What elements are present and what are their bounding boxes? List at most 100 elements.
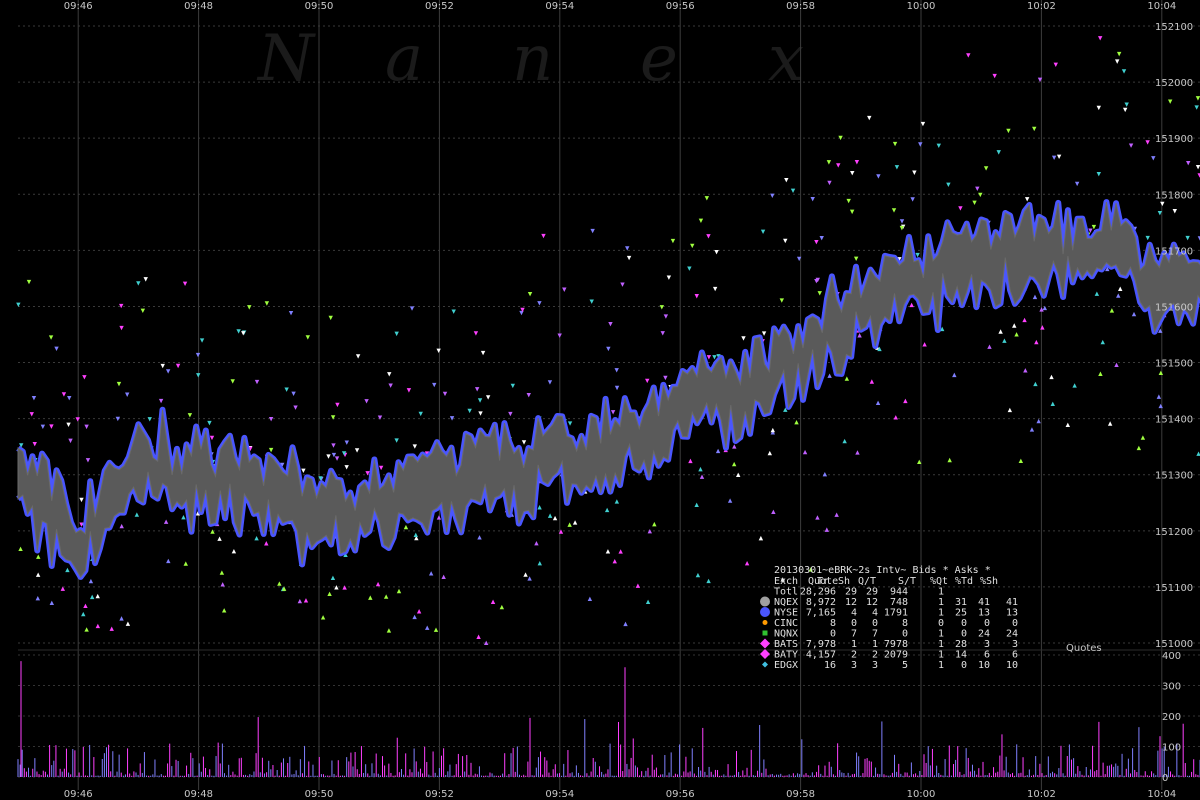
legend-cell: 1 (938, 587, 944, 598)
volume-tick-label: 300 (1162, 682, 1181, 693)
legend-cell: 8 (830, 618, 836, 629)
legend-exchange: CINC (774, 618, 798, 629)
legend-cell: 7,978 (806, 639, 836, 650)
legend-cell: 1 (938, 597, 944, 608)
legend-cell: 0 (961, 618, 967, 629)
legend-exchange: Totl (774, 587, 798, 598)
legend-header-cell: Sh (838, 576, 850, 587)
legend-marker (762, 620, 768, 625)
legend-cell: 6 (1012, 650, 1018, 661)
legend-cell: 1 (938, 660, 944, 671)
legend-exchange: NQEX (774, 597, 798, 608)
market-depth-chart: Na n e x 09:46 09:46 09:48 09:48 09:50 09:50 09:5… (0, 0, 1200, 800)
legend-cell: 1 (851, 639, 857, 650)
legend-cell: 7978 (884, 639, 908, 650)
x-tick-label-top: 09:58 (786, 1, 815, 12)
legend-cell: 1791 (884, 608, 908, 619)
legend-cell: 0 (1012, 618, 1018, 629)
legend-cell: 7 (851, 629, 857, 640)
legend-cell: 24 (978, 629, 990, 640)
x-tick-label-bottom: 09:48 (184, 789, 213, 800)
legend-exchange: BATS (774, 639, 798, 650)
y-tick-label: 151400 (1155, 415, 1193, 426)
legend-cell: 10 (978, 660, 990, 671)
legend-exchange: BATY (774, 650, 798, 661)
x-tick-label-top: 10:00 (907, 1, 936, 12)
legend-cell: 13 (978, 608, 990, 619)
legend-cell: 8,972 (806, 597, 836, 608)
legend-exchange: NQNX (774, 629, 798, 640)
y-tick-label: 151200 (1155, 527, 1193, 538)
legend-cell: 3 (1012, 639, 1018, 650)
x-tick-label-top: 10:04 (1147, 1, 1176, 12)
legend-cell: 25 (955, 608, 967, 619)
x-tick-label-bottom: 09:58 (786, 789, 815, 800)
legend-cell: 4 (851, 608, 857, 619)
x-tick-label-top: 09:52 (425, 1, 454, 12)
legend-title: 20130301~eBRK~2s Intv~ Bids * Asks * (774, 565, 991, 576)
legend-cell: 29 (845, 587, 857, 598)
legend-exchange: EDGX (774, 660, 798, 671)
legend-marker (760, 607, 770, 617)
watermark-letter: a (385, 22, 423, 96)
legend-marker (762, 630, 768, 636)
watermark-letter: e (640, 22, 678, 96)
x-tick-label-bottom: 09:56 (666, 789, 695, 800)
legend-exchange: NYSE (774, 608, 798, 619)
x-tick-label-top: 09:50 (305, 1, 334, 12)
x-tick-label-bottom: 10:02 (1027, 789, 1056, 800)
legend-cell: 1 (938, 608, 944, 619)
legend-cell: 0 (961, 629, 967, 640)
x-tick-label-top: 09:48 (184, 1, 213, 12)
legend-cell: 0 (851, 618, 857, 629)
y-tick-label: 152000 (1155, 78, 1193, 89)
y-tick-label: 151800 (1155, 190, 1193, 201)
legend-cell: 4 (872, 608, 878, 619)
volume-label: Quotes (1066, 643, 1102, 654)
watermark-letter: n (512, 22, 553, 96)
x-tick-label-bottom: 09:52 (425, 789, 454, 800)
legend-cell: 29 (866, 587, 878, 598)
legend-cell: 10 (1006, 660, 1018, 671)
legend-cell: 748 (890, 597, 908, 608)
legend-header-cell: %Qt (930, 576, 948, 587)
legend-cell: 6 (984, 650, 990, 661)
x-tick-label-top: 09:54 (545, 1, 574, 12)
legend-cell: 0 (902, 629, 908, 640)
legend-cell: 0 (984, 618, 990, 629)
volume-tick-label: 200 (1162, 712, 1181, 723)
legend-cell: 4,157 (806, 650, 836, 661)
x-tick-label-top: 10:02 (1027, 1, 1056, 12)
legend-cell: 12 (866, 597, 878, 608)
x-tick-label-bottom: 09:46 (64, 789, 93, 800)
legend-cell: 2079 (884, 650, 908, 661)
y-tick-label: 151300 (1155, 471, 1193, 482)
legend-cell: 0 (961, 660, 967, 671)
legend-cell: 41 (978, 597, 990, 608)
x-tick-label-bottom: 09:54 (545, 789, 574, 800)
y-tick-label: 151500 (1155, 359, 1193, 370)
legend-cell: 28 (955, 639, 967, 650)
legend-marker (760, 596, 770, 607)
legend-cell: 3 (851, 660, 857, 671)
y-tick-label: 151700 (1155, 246, 1193, 257)
volume-tick-label: 0 (1162, 773, 1168, 784)
y-tick-label: 151100 (1155, 583, 1193, 594)
legend-cell: 1 (938, 629, 944, 640)
legend-cell: 14 (955, 650, 967, 661)
legend-cell: 1 (938, 639, 944, 650)
x-tick-label-top: 09:56 (666, 1, 695, 12)
x-tick-label-bottom: 10:04 (1147, 789, 1176, 800)
y-tick-label: 151600 (1155, 302, 1193, 313)
legend-cell: 28,296 (800, 587, 836, 598)
legend-header-cell: Exch (774, 576, 798, 587)
x-tick-label-bottom: 10:00 (907, 789, 936, 800)
legend-cell: 2 (851, 650, 857, 661)
legend-cell: 5 (902, 660, 908, 671)
x-tick-label-bottom: 09:50 (305, 789, 334, 800)
legend-cell: 8 (902, 618, 908, 629)
legend-cell: 12 (845, 597, 857, 608)
legend-cell: 0 (830, 629, 836, 640)
legend-cell: 41 (1006, 597, 1018, 608)
y-tick-label: 151000 (1155, 639, 1193, 650)
